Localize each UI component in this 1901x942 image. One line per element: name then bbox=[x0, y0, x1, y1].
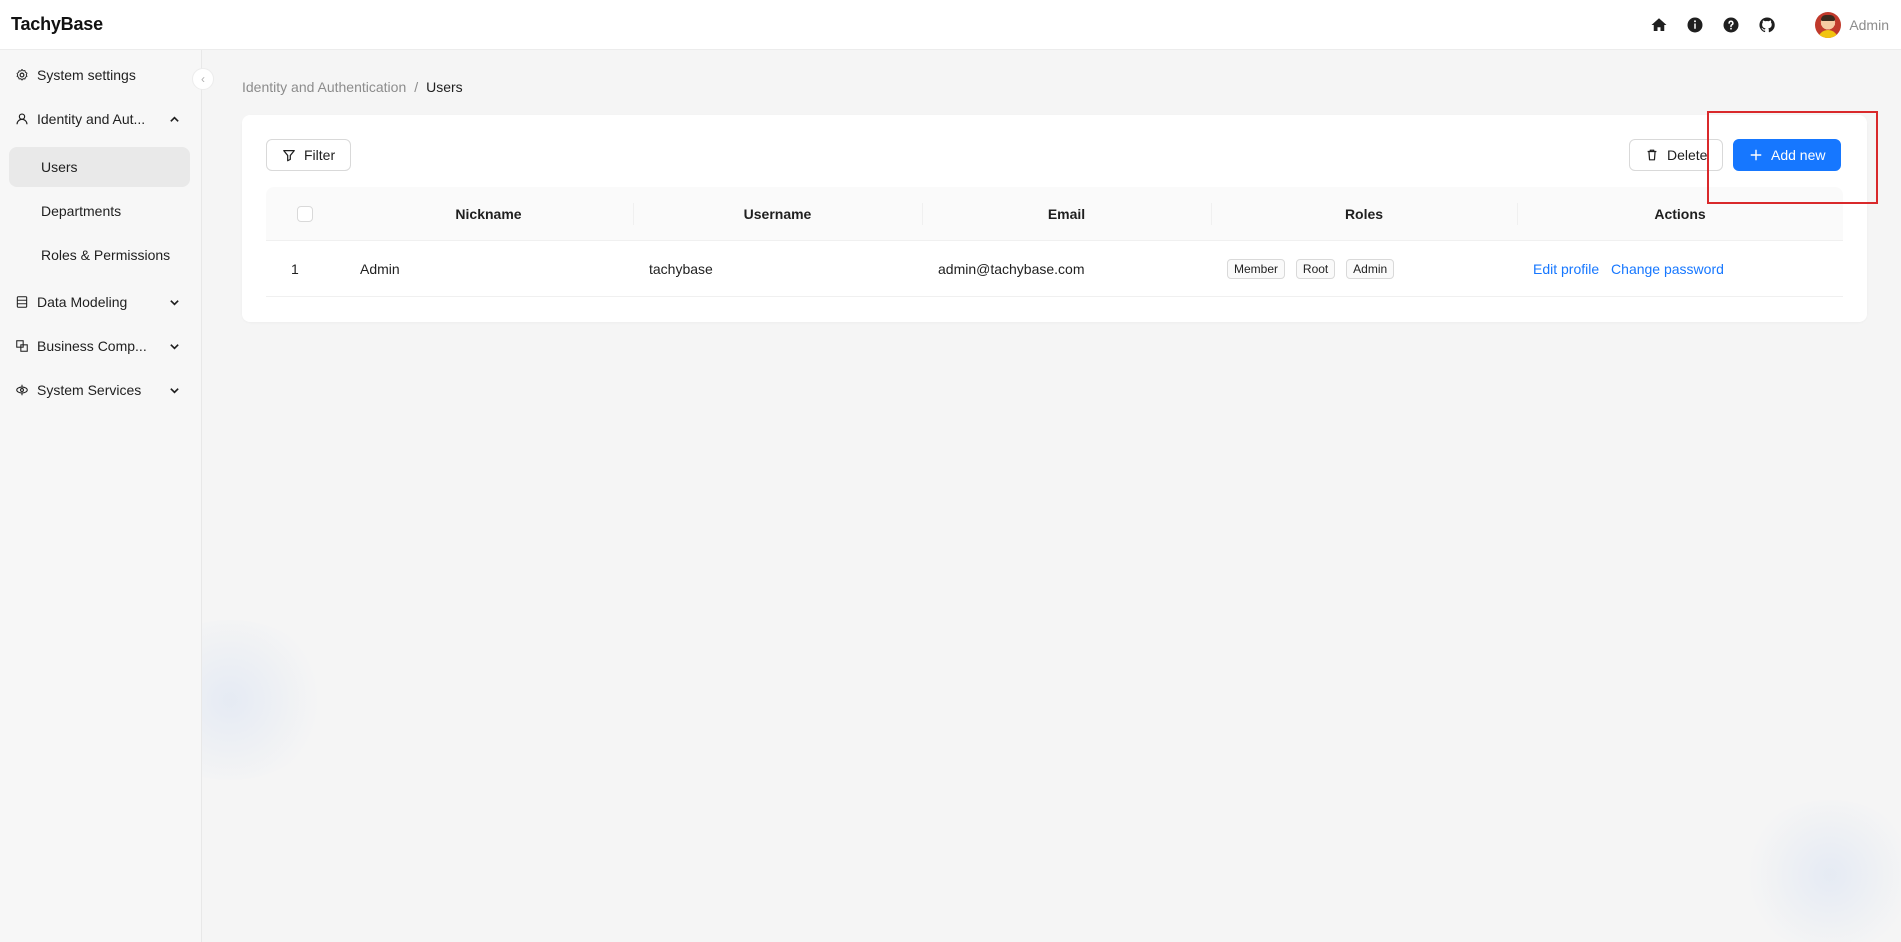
filter-label: Filter bbox=[304, 147, 336, 163]
avatar bbox=[1815, 11, 1842, 38]
column-header-nickname[interactable]: Nickname bbox=[344, 206, 633, 222]
sidebar-item-label: Users bbox=[41, 159, 78, 175]
components-icon bbox=[15, 339, 29, 353]
breadcrumb-current: Users bbox=[426, 79, 463, 95]
sidebar-item-label: System settings bbox=[37, 67, 136, 83]
sidebar-item-label: System Services bbox=[37, 382, 142, 398]
header-actions: Admin bbox=[1641, 7, 1889, 43]
user-icon bbox=[15, 112, 29, 126]
sidebar-item-label: Data Modeling bbox=[37, 294, 128, 310]
role-tag: Member bbox=[1227, 258, 1286, 279]
chevron-up-icon[interactable] bbox=[166, 111, 182, 127]
breadcrumb-parent[interactable]: Identity and Authentication bbox=[242, 79, 406, 95]
cell-actions: Edit profile Change password bbox=[1517, 261, 1843, 277]
user-name: Admin bbox=[1849, 16, 1889, 33]
home-icon[interactable] bbox=[1641, 7, 1677, 43]
sidebar-subitem-departments[interactable]: Departments bbox=[9, 191, 190, 231]
users-table: Nickname Username Email Roles Actions 1 … bbox=[266, 187, 1843, 297]
column-header-email[interactable]: Email bbox=[922, 206, 1211, 222]
filter-icon bbox=[283, 150, 295, 162]
sidebar-item-system-settings[interactable]: System settings bbox=[9, 55, 190, 95]
role-tag: Root bbox=[1295, 258, 1336, 279]
cell-nickname: Admin bbox=[360, 260, 400, 277]
role-tag: Admin bbox=[1346, 258, 1395, 279]
cell-email: admin@tachybase.com bbox=[938, 260, 1085, 277]
github-icon[interactable] bbox=[1749, 7, 1785, 43]
sidebar-collapse-button[interactable]: ‹ bbox=[192, 68, 214, 90]
plus-icon bbox=[1750, 149, 1762, 161]
chevron-down-icon[interactable] bbox=[166, 382, 182, 398]
sidebar-item-label: Roles & Permissions bbox=[41, 247, 171, 263]
sidebar-item-identity[interactable]: Identity and Aut... bbox=[9, 99, 190, 139]
sidebar-subitem-roles-permissions[interactable]: Roles & Permissions bbox=[9, 235, 190, 275]
trash-icon bbox=[1647, 149, 1657, 161]
breadcrumb-separator: / bbox=[414, 79, 419, 95]
table-header: Nickname Username Email Roles Actions bbox=[266, 187, 1843, 241]
top-header: TachyBase Admin bbox=[0, 0, 1901, 50]
table-row[interactable]: 1 Admin tachybase admin@tachybase.com Me… bbox=[266, 241, 1843, 297]
app-brand[interactable]: TachyBase bbox=[11, 14, 103, 35]
column-header-username[interactable]: Username bbox=[633, 206, 922, 222]
sidebar-item-data-modeling[interactable]: Data Modeling bbox=[9, 282, 190, 322]
select-all-checkbox[interactable] bbox=[297, 205, 313, 222]
column-header-roles[interactable]: Roles bbox=[1211, 206, 1517, 222]
chevron-down-icon[interactable] bbox=[166, 294, 182, 310]
sidebar: System settings Identity and Aut... User… bbox=[0, 50, 202, 942]
select-all-cell bbox=[266, 205, 344, 222]
users-card: Filter Delete Add new Nickname Username … bbox=[242, 115, 1867, 322]
edit-profile-link[interactable]: Edit profile bbox=[1533, 261, 1599, 277]
info-icon[interactable] bbox=[1677, 7, 1713, 43]
cell-username: tachybase bbox=[649, 260, 713, 277]
change-password-link[interactable]: Change password bbox=[1611, 261, 1724, 277]
add-new-label: Add new bbox=[1771, 147, 1826, 163]
cell-roles: Member Root Admin bbox=[1211, 258, 1517, 279]
sidebar-item-label: Identity and Aut... bbox=[37, 111, 146, 127]
delete-label: Delete bbox=[1667, 147, 1708, 163]
sidebar-item-business-components[interactable]: Business Comp... bbox=[9, 326, 190, 366]
sidebar-item-label: Business Comp... bbox=[37, 338, 147, 354]
breadcrumb: Identity and Authentication / Users bbox=[242, 79, 463, 95]
column-header-actions: Actions bbox=[1517, 206, 1843, 222]
user-menu[interactable]: Admin bbox=[1815, 11, 1889, 38]
chevron-down-icon[interactable] bbox=[166, 338, 182, 354]
database-icon bbox=[15, 295, 29, 309]
background-decoration bbox=[1740, 800, 1901, 942]
sidebar-subitem-users[interactable]: Users bbox=[9, 147, 190, 187]
gear-icon bbox=[15, 68, 29, 82]
add-new-button[interactable]: Add new bbox=[1733, 139, 1842, 171]
filter-button[interactable]: Filter bbox=[266, 139, 352, 171]
sidebar-item-label: Departments bbox=[41, 203, 122, 219]
sidebar-item-system-services[interactable]: System Services bbox=[9, 370, 190, 410]
help-icon[interactable] bbox=[1713, 7, 1749, 43]
delete-button[interactable]: Delete bbox=[1629, 139, 1724, 171]
row-index: 1 bbox=[291, 260, 299, 277]
services-icon bbox=[15, 383, 29, 397]
chevron-left-icon: ‹ bbox=[201, 72, 205, 86]
